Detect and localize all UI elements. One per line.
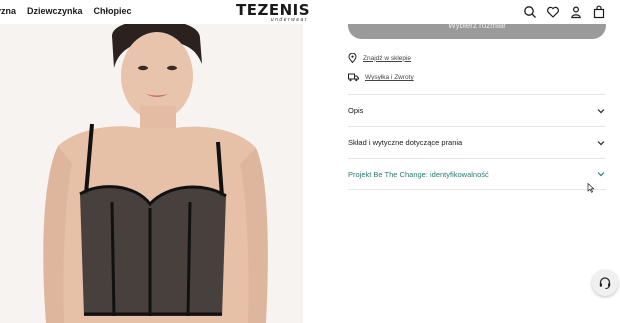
accordion-label: Projekt Be The Change: identyfikowalność — [348, 169, 489, 179]
product-image[interactable] — [0, 24, 303, 323]
shipping-returns-link[interactable]: Wysyłka i Zwroty — [348, 73, 414, 82]
user-icon[interactable] — [569, 5, 583, 19]
location-pin-icon — [348, 53, 357, 63]
heart-icon[interactable] — [546, 5, 560, 19]
nav-item-dziewczynka[interactable]: Dziewczynka — [27, 6, 83, 16]
find-in-store-label: Znajdź w sklepie — [363, 54, 412, 62]
brand-logo[interactable]: TEZENIS underwear — [236, 1, 311, 24]
headset-icon — [599, 277, 611, 289]
brand-name: TEZENIS — [236, 1, 311, 19]
site-header: yzna Dziewczynka Chłopiec TEZENIS underw… — [0, 0, 620, 24]
accordion-label: Opis — [348, 106, 364, 115]
shipping-returns-label: Wysyłka i Zwroty — [365, 74, 414, 81]
nav-item-chlopiec[interactable]: Chłopiec — [94, 6, 132, 16]
search-icon[interactable] — [523, 5, 537, 19]
find-in-store-link[interactable]: Znajdź w sklepie — [348, 53, 411, 63]
accordion-description[interactable]: Opis — [348, 94, 606, 126]
accordion-be-the-change[interactable]: Projekt Be The Change: identyfikowalność — [348, 158, 606, 190]
chevron-down-icon — [597, 140, 605, 145]
nav-item-mezczyzna[interactable]: yzna — [0, 6, 16, 16]
truck-icon — [348, 73, 359, 82]
header-icons — [523, 5, 606, 19]
main-nav: yzna Dziewczynka Chłopiec — [0, 6, 132, 16]
accordion-composition-care[interactable]: Skład i wytyczne dotyczące prania — [348, 126, 606, 158]
mouse-cursor-icon — [587, 183, 595, 193]
chevron-down-icon — [597, 172, 605, 177]
customer-support-button[interactable] — [592, 270, 618, 296]
accordion-label: Skład i wytyczne dotyczące prania — [348, 138, 463, 147]
bag-icon[interactable] — [592, 5, 606, 19]
chevron-down-icon — [597, 108, 605, 113]
